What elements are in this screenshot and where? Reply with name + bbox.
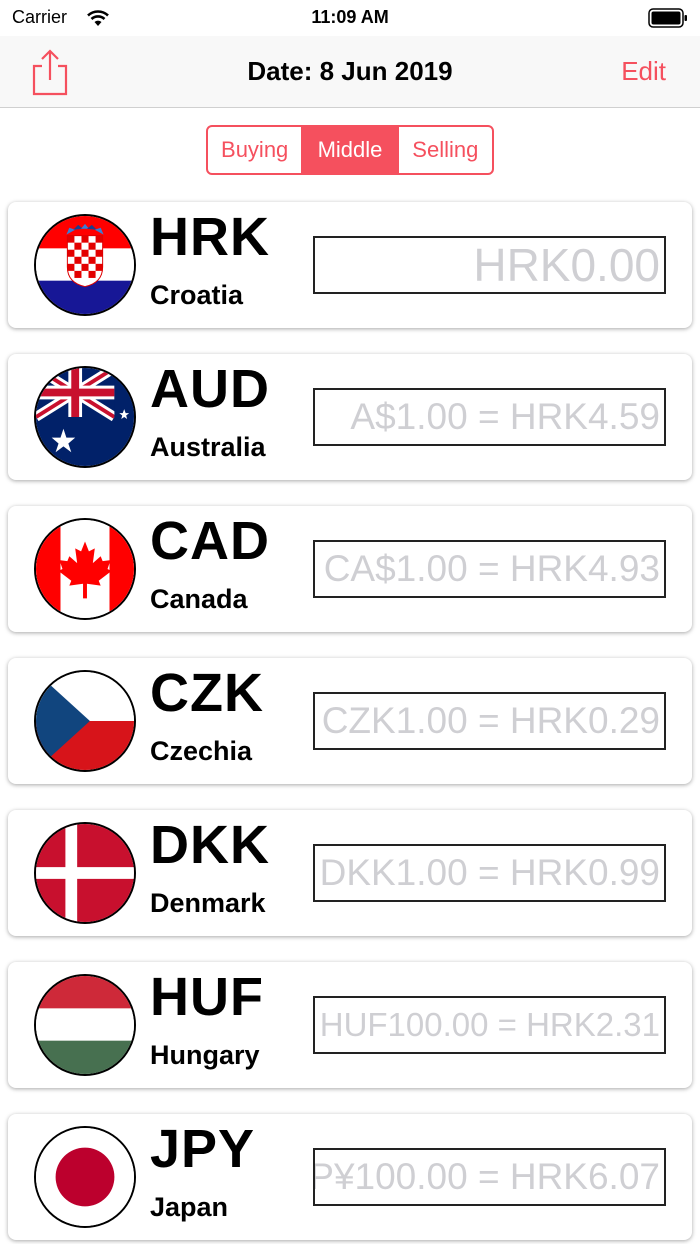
battery-icon <box>648 8 687 28</box>
amount-input[interactable]: HRK0.00 <box>313 236 666 294</box>
currency-row-aud[interactable]: AUD Australia A$1.00 = HRK4.59 <box>8 354 692 480</box>
currency-row-cad[interactable]: CAD Canada CA$1.00 = HRK4.93 <box>8 506 692 632</box>
page-title: Date: 8 Jun 2019 <box>247 56 453 86</box>
segment-middle[interactable]: Middle <box>301 127 397 173</box>
amount-input[interactable]: A$1.00 = HRK4.59 <box>313 388 666 446</box>
country-name: Australia <box>150 432 266 462</box>
edit-button[interactable]: Edit <box>621 56 666 87</box>
amount-input[interactable]: HUF100.00 = HRK2.31 <box>313 996 666 1054</box>
denmark-flag-icon <box>34 822 136 924</box>
amount-input[interactable]: DKK1.00 = HRK0.99 <box>313 844 666 902</box>
country-name: Japan <box>150 1192 229 1222</box>
currency-code: CAD <box>150 511 270 571</box>
currency-code: AUD <box>150 359 270 419</box>
currency-code: JPY <box>150 1119 256 1179</box>
country-name: Croatia <box>150 280 244 310</box>
currency-row-czk[interactable]: CZK Czechia CZK1.00 = HRK0.29 <box>8 658 692 784</box>
amount-input[interactable]: JP¥100.00 = HRK6.07 <box>313 1148 666 1206</box>
segment-buying[interactable]: Buying <box>208 127 301 173</box>
rate-type-segmented-control: Buying Middle Selling <box>206 125 494 175</box>
status-time: 11:09 AM <box>311 7 389 27</box>
currency-row-hrk[interactable]: HRK Croatia HRK0.00 <box>8 202 692 328</box>
country-name: Denmark <box>150 888 266 918</box>
currency-code: CZK <box>150 663 264 723</box>
navigation-bar: Date: 8 Jun 2019 Edit <box>0 36 700 108</box>
country-name: Czechia <box>150 736 253 766</box>
canada-flag-icon <box>34 518 136 620</box>
country-name: Hungary <box>150 1040 260 1070</box>
currency-row-jpy[interactable]: JPY Japan JP¥100.00 = HRK6.07 <box>8 1114 692 1240</box>
status-bar: Carrier 11:09 AM <box>0 0 700 36</box>
amount-input[interactable]: CZK1.00 = HRK0.29 <box>313 692 666 750</box>
country-name: Canada <box>150 584 248 614</box>
japan-flag-icon <box>34 1126 136 1228</box>
croatia-flag-icon <box>34 214 136 316</box>
amount-input[interactable]: CA$1.00 = HRK4.93 <box>313 540 666 598</box>
currency-row-dkk[interactable]: DKK Denmark DKK1.00 = HRK0.99 <box>8 810 692 936</box>
currency-code: DKK <box>150 815 270 875</box>
currency-code: HRK <box>150 207 270 267</box>
currency-code: HUF <box>150 967 264 1027</box>
australia-flag-icon <box>34 366 136 468</box>
currency-row-huf[interactable]: HUF Hungary HUF100.00 = HRK2.31 <box>8 962 692 1088</box>
czechia-flag-icon <box>34 670 136 772</box>
segment-selling[interactable]: Selling <box>396 127 492 173</box>
hungary-flag-icon <box>34 974 136 1076</box>
